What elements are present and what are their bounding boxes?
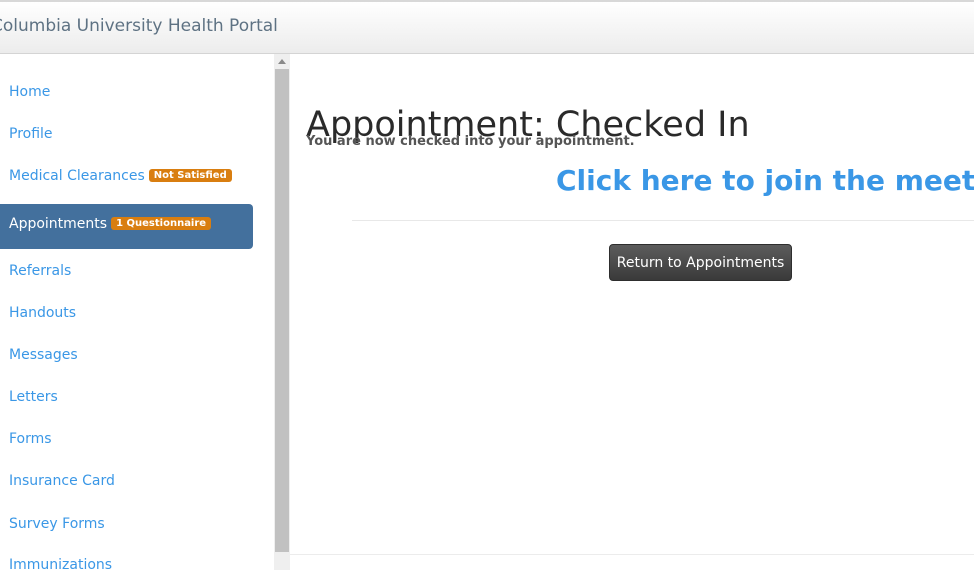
sidebar-item-messages[interactable]: Messages — [9, 347, 78, 363]
sidebar: Home Profile Medical Clearances Not Satis… — [0, 54, 274, 573]
return-to-appointments-button[interactable]: Return to Appointments — [609, 244, 792, 281]
sidebar-scrollbar[interactable] — [274, 54, 290, 570]
navbar: Columbia University Health Portal — [0, 2, 974, 54]
sidebar-item-handouts[interactable]: Handouts — [9, 305, 76, 321]
sidebar-item-home[interactable]: Home — [9, 84, 50, 100]
sidebar-item-profile[interactable]: Profile — [9, 126, 53, 142]
scroll-up-arrow-icon[interactable] — [278, 59, 286, 64]
questionnaire-badge: 1 Questionnaire — [111, 217, 212, 230]
divider — [352, 220, 974, 221]
checkin-message: You are now checked into your appointmen… — [306, 134, 635, 149]
sidebar-item-appointments[interactable]: Appointments 1 Questionnaire — [0, 204, 253, 249]
sidebar-item-label: Medical Clearances — [9, 168, 145, 184]
sidebar-item-label: Appointments — [9, 216, 108, 232]
status-badge: Not Satisfied — [148, 169, 232, 182]
sidebar-item-medical-clearances[interactable]: Medical Clearances Not Satisfied — [9, 168, 232, 184]
sidebar-item-insurance-card[interactable]: Insurance Card — [9, 473, 115, 489]
sidebar-item-forms[interactable]: Forms — [9, 431, 52, 447]
sidebar-item-letters[interactable]: Letters — [9, 389, 58, 405]
join-meeting-link[interactable]: Click here to join the meeting. — [556, 164, 974, 197]
brand-title[interactable]: Columbia University Health Portal — [0, 16, 278, 36]
main-content: Appointment: Checked In You are now chec… — [290, 54, 974, 570]
scrollbar-thumb[interactable] — [275, 69, 289, 552]
sidebar-item-survey-forms[interactable]: Survey Forms — [9, 516, 105, 532]
sidebar-item-immunizations[interactable]: Immunizations — [9, 557, 112, 573]
sidebar-item-referrals[interactable]: Referrals — [9, 263, 71, 279]
footer-divider — [290, 554, 974, 555]
